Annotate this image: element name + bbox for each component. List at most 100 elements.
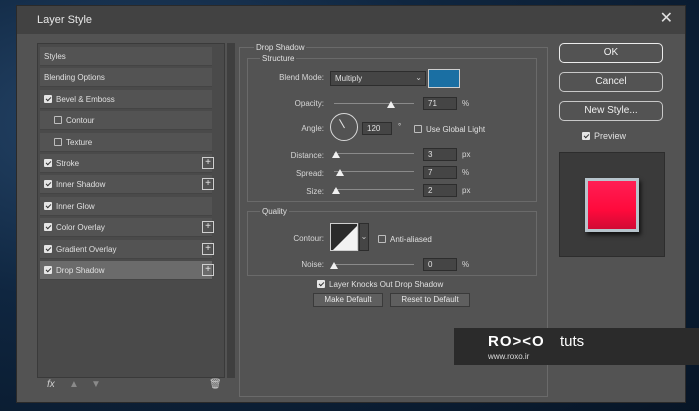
noise-unit: % xyxy=(462,260,470,269)
reset-default-button[interactable]: Reset to Default xyxy=(390,293,470,307)
contour-picker[interactable] xyxy=(330,223,358,251)
anti-aliased-checkbox[interactable]: Anti-aliased xyxy=(378,234,458,244)
style-item-checkbox[interactable] xyxy=(54,137,62,146)
style-item-label: Color Overlay xyxy=(56,223,105,233)
contour-label: Contour: xyxy=(293,234,324,243)
style-item-checkbox[interactable] xyxy=(44,223,52,232)
watermark-logo: RO><O xyxy=(488,333,545,350)
angle-field[interactable]: 120 xyxy=(362,122,392,135)
style-item-checkbox[interactable] xyxy=(44,159,52,167)
spread-unit: % xyxy=(462,168,470,177)
style-item-color-overlay[interactable]: Color Overlay + xyxy=(40,218,214,238)
style-item-inner-glow[interactable]: Inner Glow xyxy=(40,196,212,216)
anti-aliased-label: Anti-aliased xyxy=(390,235,432,244)
shadow-color-swatch[interactable] xyxy=(428,69,460,88)
opacity-slider-thumb[interactable] xyxy=(386,101,395,108)
style-item-blending-options[interactable]: Blending Options xyxy=(40,68,212,88)
distance-field[interactable]: 3 xyxy=(423,148,457,161)
knocks-out-label: Layer Knocks Out Drop Shadow xyxy=(329,280,444,289)
make-default-button[interactable]: Make Default xyxy=(313,293,383,307)
move-up-icon[interactable]: ▲ xyxy=(69,379,79,390)
title-bar: Layer Style ✕ xyxy=(17,6,685,34)
add-effect-icon[interactable]: + xyxy=(202,157,214,169)
quality-title: Quality xyxy=(260,207,289,216)
watermark-tuts: tuts xyxy=(560,333,585,350)
anti-aliased-box[interactable] xyxy=(378,235,386,243)
quality-group: Quality Contour: ⌄ Anti-aliased Noise: 0… xyxy=(247,207,537,276)
styles-list-scrollbar[interactable] xyxy=(227,43,235,378)
opacity-label: Opacity: xyxy=(294,99,324,108)
use-global-light-checkbox[interactable]: Use Global Light xyxy=(414,124,524,134)
trash-icon[interactable]: 🗑 xyxy=(209,379,222,390)
fx-icon[interactable]: fx xyxy=(47,379,55,390)
add-effect-icon[interactable]: + xyxy=(202,178,214,191)
size-label: Size: xyxy=(306,187,324,196)
preview-swatch xyxy=(585,178,639,232)
distance-slider-thumb[interactable] xyxy=(332,151,341,158)
distance-slider[interactable] xyxy=(334,153,414,154)
close-icon[interactable]: ✕ xyxy=(660,11,673,27)
contour-dropdown-icon[interactable]: ⌄ xyxy=(359,223,369,251)
size-slider-thumb[interactable] xyxy=(331,187,340,194)
style-item-gradient-overlay[interactable]: Gradient Overlay + xyxy=(40,239,214,259)
style-item-bevel-emboss[interactable]: Bevel & Emboss xyxy=(40,89,212,109)
structure-group: Structure Blend Mode: Multiply ⌄ Opacity… xyxy=(247,54,537,202)
angle-dial-needle xyxy=(339,119,345,129)
style-item-checkbox[interactable] xyxy=(44,266,52,274)
style-item-checkbox[interactable] xyxy=(54,116,62,125)
style-item-contour[interactable]: Contour xyxy=(40,111,212,131)
add-effect-icon[interactable]: + xyxy=(202,221,214,234)
watermark: RO><O tuts www.roxo.ir xyxy=(454,328,699,365)
noise-slider-thumb[interactable] xyxy=(330,262,338,269)
cancel-button[interactable]: Cancel xyxy=(559,72,663,92)
angle-unit: ° xyxy=(398,122,402,131)
move-down-icon[interactable]: ▼ xyxy=(91,379,101,390)
watermark-url: www.roxo.ir xyxy=(488,352,530,361)
styles-list: Styles Blending Options Bevel & Emboss Cont… xyxy=(37,43,225,378)
style-item-label: Inner Glow xyxy=(56,201,95,211)
preview-thumbnail xyxy=(559,152,665,257)
size-field[interactable]: 2 xyxy=(423,184,457,197)
opacity-slider[interactable] xyxy=(334,103,414,104)
style-item-styles[interactable]: Styles xyxy=(40,47,212,66)
ok-button[interactable]: OK xyxy=(559,43,663,63)
style-item-texture[interactable]: Texture xyxy=(40,132,212,152)
blend-mode-select[interactable]: Multiply ⌄ xyxy=(330,71,426,86)
style-item-checkbox[interactable] xyxy=(44,201,52,210)
style-item-inner-shadow[interactable]: Inner Shadow + xyxy=(40,175,214,195)
add-effect-icon[interactable]: + xyxy=(202,264,214,276)
style-item-label: Texture xyxy=(66,137,93,147)
style-item-label: Blending Options xyxy=(44,73,105,83)
opacity-unit: % xyxy=(462,99,470,108)
size-slider[interactable] xyxy=(334,189,414,190)
distance-label: Distance: xyxy=(290,151,324,160)
contour-preview xyxy=(331,224,357,250)
style-item-label: Styles xyxy=(44,52,66,61)
style-item-checkbox[interactable] xyxy=(44,180,52,189)
window-title: Layer Style xyxy=(37,14,93,26)
style-item-checkbox[interactable] xyxy=(44,244,52,253)
noise-field[interactable]: 0 xyxy=(423,258,457,271)
style-item-label: Contour xyxy=(66,116,95,126)
style-item-drop-shadow[interactable]: Drop Shadow + xyxy=(40,261,214,280)
style-item-stroke[interactable]: Stroke + xyxy=(40,154,214,173)
noise-slider[interactable] xyxy=(334,264,414,265)
angle-dial[interactable] xyxy=(330,113,358,141)
knocks-out-box[interactable] xyxy=(317,280,325,288)
style-item-label: Gradient Overlay xyxy=(56,244,117,254)
spread-field[interactable]: 7 xyxy=(423,166,457,179)
blend-mode-value: Multiply xyxy=(335,74,363,83)
use-global-light-box[interactable] xyxy=(414,125,422,133)
preview-checkbox[interactable]: Preview xyxy=(582,131,652,141)
spread-slider[interactable] xyxy=(334,171,414,172)
add-effect-icon[interactable]: + xyxy=(202,242,214,255)
preview-box-check[interactable] xyxy=(582,132,590,140)
opacity-field[interactable]: 71 xyxy=(423,97,457,110)
new-style-button[interactable]: New Style... xyxy=(559,101,663,121)
style-item-checkbox[interactable] xyxy=(44,94,52,103)
spread-slider-thumb[interactable] xyxy=(335,169,344,176)
preview-label: Preview xyxy=(594,131,627,141)
style-item-label: Bevel & Emboss xyxy=(56,94,115,104)
drop-shadow-title: Drop Shadow xyxy=(254,43,307,52)
knocks-out-checkbox[interactable]: Layer Knocks Out Drop Shadow xyxy=(317,279,457,289)
